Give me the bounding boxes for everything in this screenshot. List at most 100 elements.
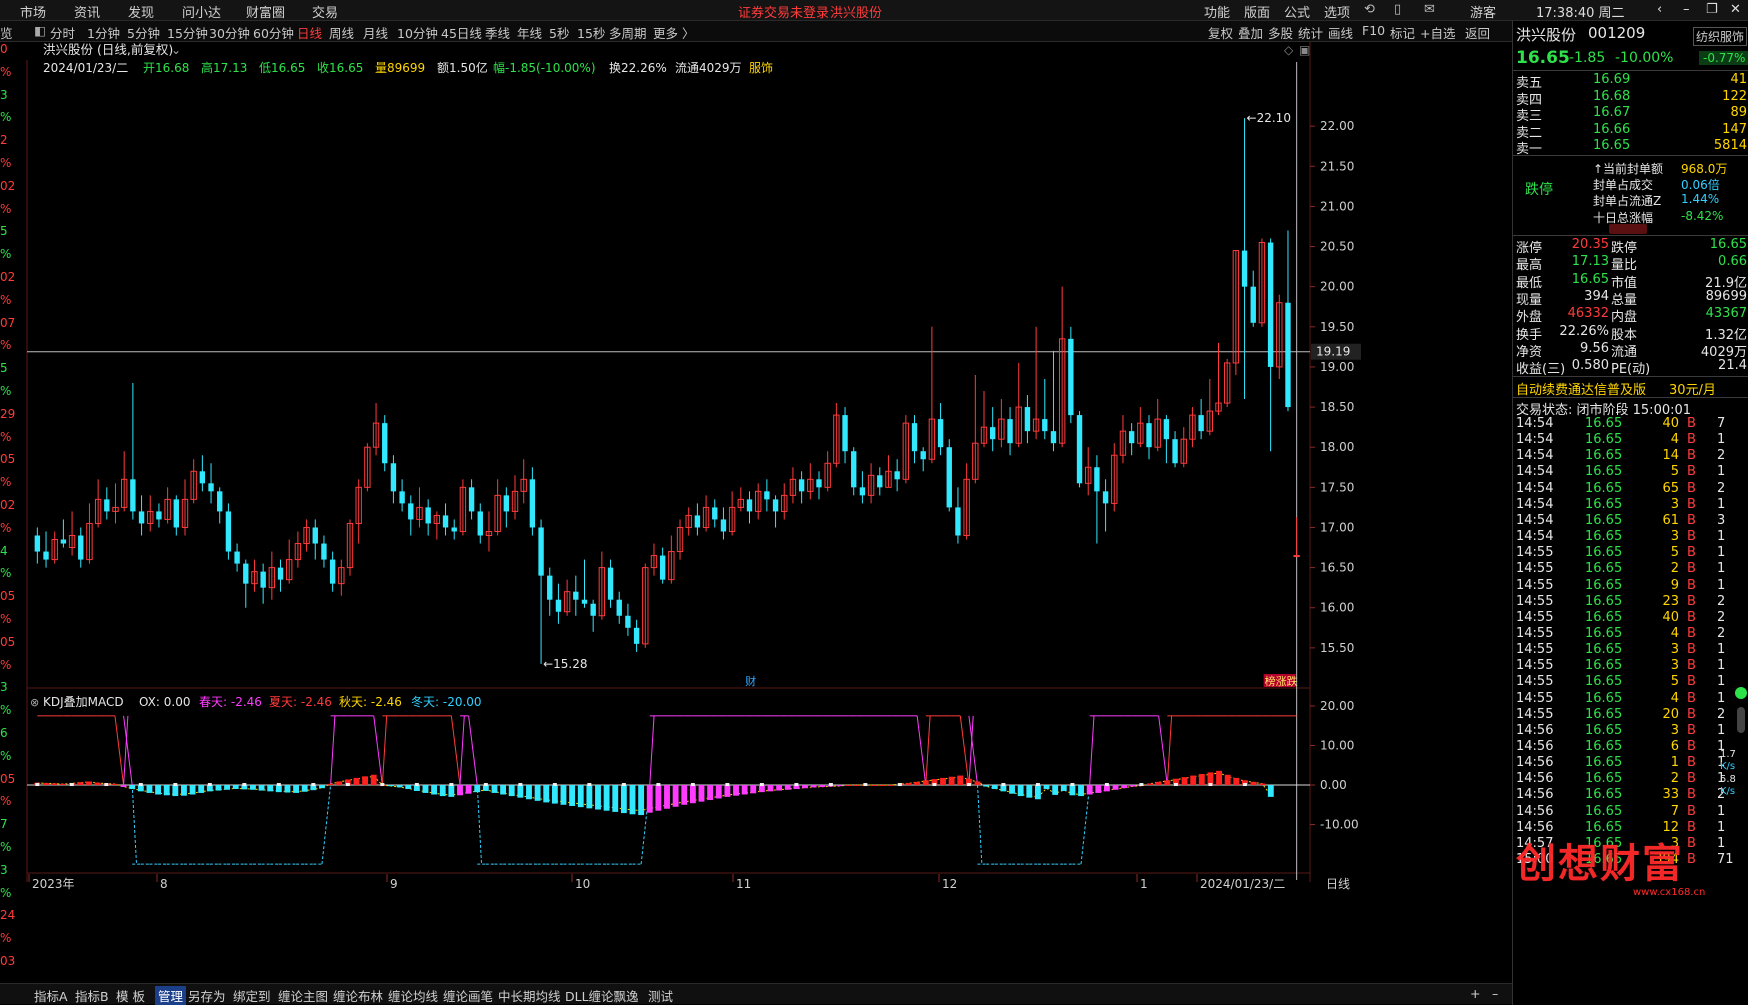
left-list-item[interactable]: % [0, 430, 11, 444]
left-list-item[interactable]: % [0, 293, 11, 307]
ask-price[interactable]: 16.66 [1593, 122, 1630, 137]
left-list-item[interactable]: 29 [0, 407, 15, 421]
left-list-item[interactable]: 2 [0, 133, 8, 147]
left-list-item[interactable]: % [0, 247, 11, 261]
scroll-handle[interactable] [1737, 707, 1745, 733]
left-list-item[interactable]: % [0, 65, 11, 79]
menu-trade[interactable]: 交易 [312, 2, 338, 21]
indicator-tab[interactable]: 中长期均线 [498, 986, 561, 1005]
left-list-item[interactable]: % [0, 475, 11, 489]
expand-icon[interactable] [1609, 224, 1647, 234]
left-list-item[interactable]: % [0, 886, 11, 900]
period-tab[interactable]: 多周期 [609, 23, 647, 42]
chart-tool-button[interactable]: F10 [1362, 23, 1385, 38]
menu-ask[interactable]: 问小达 [182, 2, 221, 21]
add-icon[interactable]: + [1470, 986, 1480, 1001]
left-list-item[interactable]: % [0, 156, 11, 170]
minimize-icon[interactable]: – [1683, 2, 1690, 17]
chart-tool-button[interactable]: +自选 [1420, 23, 1455, 42]
left-list-item[interactable]: 5 [0, 361, 8, 375]
left-list-item[interactable]: 0 [0, 42, 8, 56]
minus-icon[interactable]: – [1492, 986, 1498, 1001]
login-notice[interactable]: 证券交易未登录 [738, 2, 829, 21]
left-list-item[interactable]: 6 [0, 726, 8, 740]
indicator-tab[interactable]: 缠论布林 [333, 986, 383, 1005]
chart-tool-button[interactable]: 返回 [1465, 23, 1490, 42]
left-list-item[interactable]: % [0, 931, 11, 945]
left-list-item[interactable]: 7 [0, 817, 8, 831]
chart-tool-button[interactable]: 统计 [1298, 23, 1323, 42]
close-icon[interactable]: ✕ [1730, 2, 1741, 17]
chart-tool-button[interactable]: 复权 [1208, 23, 1233, 42]
menu-market[interactable]: 市场 [20, 2, 46, 21]
left-list-item[interactable]: % [0, 521, 11, 535]
menu-layout[interactable]: 版面 [1244, 2, 1270, 21]
left-list-item[interactable]: 05 [0, 589, 15, 603]
ad-price[interactable]: 30元/月 [1669, 379, 1716, 398]
period-tab[interactable]: 15秒 [577, 23, 605, 42]
phone-icon[interactable]: ▯ [1394, 2, 1401, 17]
indicator-tab[interactable]: 缠论主图 [278, 986, 328, 1005]
indicator-tab[interactable]: 管理 [155, 986, 187, 1005]
left-list-item[interactable]: 5 [0, 224, 8, 238]
period-tab[interactable]: 月线 [363, 23, 388, 42]
maximize-icon[interactable]: ❐ [1706, 2, 1718, 17]
indicator-tab[interactable]: 指标B [75, 986, 109, 1005]
left-list-item[interactable]: 4 [0, 544, 8, 558]
chart-tool-button[interactable]: 叠加 [1238, 23, 1263, 42]
chart-tool-button[interactable]: 标记 [1390, 23, 1415, 42]
indicator-tab[interactable]: 绑定到 [233, 986, 271, 1005]
ask-price[interactable]: 16.68 [1593, 89, 1630, 104]
left-list-item[interactable]: 3 [0, 680, 8, 694]
chart-area[interactable]: 15.50 16.00 16.50 17.00 17.50 18.00 18.50 19.00… [14, 42, 1512, 1002]
period-tab[interactable]: 日线 [297, 23, 322, 42]
left-list-item[interactable]: % [0, 840, 11, 854]
period-tab[interactable]: 45日线 [441, 23, 482, 42]
menu-discover[interactable]: 发现 [128, 2, 154, 21]
left-list-item[interactable]: 02 [0, 270, 15, 284]
period-tab[interactable]: 更多 〉 [653, 23, 694, 42]
left-list-item[interactable]: 24 [0, 908, 15, 922]
back-icon[interactable]: ‹ [1657, 2, 1662, 17]
indicator-tab[interactable]: 测试 [648, 986, 673, 1005]
left-list-item[interactable]: 3 [0, 863, 8, 877]
ask-price[interactable]: 16.69 [1593, 72, 1630, 87]
left-list-item[interactable]: % [0, 749, 11, 763]
left-list-item[interactable]: 03 [0, 954, 15, 968]
indicator-tab[interactable]: 缠论画笔 [443, 986, 493, 1005]
indicator-tab[interactable]: 缠论均线 [388, 986, 438, 1005]
period-tab[interactable]: 60分钟 [253, 23, 294, 42]
left-list-item[interactable]: 05 [0, 635, 15, 649]
period-tab[interactable]: 分时 [50, 23, 75, 42]
period-tab[interactable]: 周线 [329, 23, 354, 42]
chart-tool-button[interactable]: 画线 [1328, 23, 1353, 42]
left-list-item[interactable]: 02 [0, 179, 15, 193]
menu-formula[interactable]: 公式 [1284, 2, 1310, 21]
indicator-tab[interactable]: 另存为 [188, 986, 226, 1005]
menu-fortune[interactable]: 财富圈 [246, 2, 285, 21]
left-list-item[interactable]: % [0, 794, 11, 808]
menu-news[interactable]: 资讯 [74, 2, 100, 21]
period-tab[interactable]: 年线 [517, 23, 542, 42]
left-list-item[interactable]: 05 [0, 772, 15, 786]
menu-function[interactable]: 功能 [1204, 2, 1230, 21]
chart-tool-button[interactable]: 多股 [1268, 23, 1293, 42]
left-list-item[interactable]: % [0, 612, 11, 626]
indicator-tab[interactable]: 指标A [34, 986, 68, 1005]
left-list-item[interactable]: % [0, 338, 11, 352]
left-list-item[interactable]: % [0, 202, 11, 216]
left-list-item[interactable]: 02 [0, 498, 15, 512]
left-list-item[interactable]: % [0, 566, 11, 580]
left-list-item[interactable]: 07 [0, 316, 15, 330]
indicator-tab[interactable]: DLL缠论飘逸 [565, 986, 639, 1005]
left-list-item[interactable]: 3 [0, 88, 8, 102]
mail-icon[interactable]: ✉ [1424, 2, 1435, 17]
menu-options[interactable]: 选项 [1324, 2, 1350, 21]
ask-price[interactable]: 16.67 [1593, 105, 1630, 120]
chart-canvas[interactable]: 15.50 16.00 16.50 17.00 17.50 18.00 18.50 19.00… [14, 42, 1512, 983]
period-tab[interactable]: 5分钟 [127, 23, 160, 42]
period-tab[interactable]: 15分钟 [167, 23, 208, 42]
ask-price[interactable]: 16.65 [1593, 138, 1630, 153]
period-tab[interactable]: 1分钟 [87, 23, 120, 42]
left-list-item[interactable]: % [0, 110, 11, 124]
